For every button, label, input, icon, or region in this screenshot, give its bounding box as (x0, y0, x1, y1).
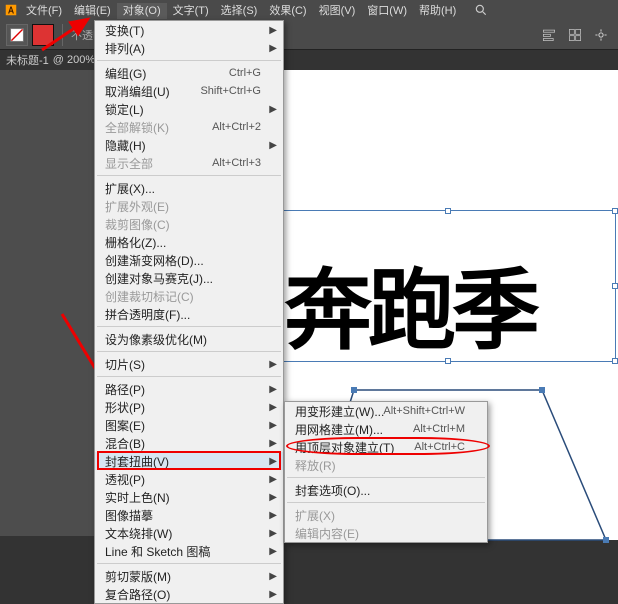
menu-5[interactable]: 效果(C) (263, 3, 312, 19)
menu-3[interactable]: 文字(T) (167, 3, 215, 19)
object-menu-item[interactable]: 编组(G)Ctrl+G (95, 64, 283, 82)
grid-icon[interactable] (564, 24, 586, 46)
fill-swatch[interactable] (32, 24, 54, 46)
toolbar: 不透明度: (0, 20, 618, 50)
envelope-submenu-item[interactable]: 封套选项(O)... (285, 481, 487, 499)
object-menu-item[interactable]: 扩展(X)... (95, 179, 283, 197)
object-menu-item[interactable]: 切片(S)▶ (95, 355, 283, 373)
object-menu-item: 扩展外观(E) (95, 197, 283, 215)
object-menu-item[interactable]: 隐藏(H)▶ (95, 136, 283, 154)
submenu-arrow-icon: ▶ (269, 474, 277, 485)
submenu-arrow-icon: ▶ (269, 456, 277, 467)
object-menu-item[interactable]: 取消编组(U)Shift+Ctrl+G (95, 82, 283, 100)
submenu-arrow-icon: ▶ (269, 528, 277, 539)
menu-0[interactable]: 文件(F) (20, 3, 68, 19)
object-menu-item[interactable]: 混合(B)▶ (95, 434, 283, 452)
submenu-arrow-icon: ▶ (269, 510, 277, 521)
submenu-arrow-icon: ▶ (269, 420, 277, 431)
object-menu-item[interactable]: 创建渐变网格(D)... (95, 251, 283, 269)
submenu-arrow-icon: ▶ (269, 384, 277, 395)
object-menu-item[interactable]: 复合路径(O)▶ (95, 585, 283, 603)
envelope-submenu-item[interactable]: 用网格建立(M)...Alt+Ctrl+M (285, 420, 487, 438)
object-menu-item[interactable]: 排列(A)▶ (95, 39, 283, 57)
object-menu-item: 裁剪图像(C) (95, 215, 283, 233)
object-menu-item[interactable]: 剪切蒙版(M)▶ (95, 567, 283, 585)
document-tab[interactable]: 未标题-1 @ 200% (0, 50, 618, 70)
object-menu-item: 全部解锁(K)Alt+Ctrl+2 (95, 118, 283, 136)
object-menu-item[interactable]: Line 和 Sketch 图稿▶ (95, 542, 283, 560)
menu-7[interactable]: 窗口(W) (361, 3, 413, 19)
menu-4[interactable]: 选择(S) (215, 3, 264, 19)
submenu-arrow-icon: ▶ (269, 104, 277, 115)
selection-box (280, 210, 616, 362)
object-menu-item[interactable]: 图像描摹▶ (95, 506, 283, 524)
object-menu-item[interactable]: 形状(P)▶ (95, 398, 283, 416)
object-menu-item[interactable]: 实时上色(N)▶ (95, 488, 283, 506)
align-icon[interactable] (538, 24, 560, 46)
object-menu-item[interactable]: 文本绕排(W)▶ (95, 524, 283, 542)
object-menu-dropdown: 变换(T)▶排列(A)▶ 编组(G)Ctrl+G取消编组(U)Shift+Ctrl… (94, 20, 284, 604)
submenu-arrow-icon: ▶ (269, 571, 277, 582)
submenu-arrow-icon: ▶ (269, 402, 277, 413)
menubar: 文件(F)编辑(E)对象(O)文字(T)选择(S)效果(C)视图(V)窗口(W)… (0, 0, 618, 20)
menu-2[interactable]: 对象(O) (117, 3, 167, 19)
envelope-distort-submenu: 用变形建立(W)...Alt+Shift+Ctrl+W用网格建立(M)...Al… (284, 401, 488, 543)
submenu-arrow-icon: ▶ (269, 492, 277, 503)
menu-1[interactable]: 编辑(E) (68, 3, 117, 19)
prefs-icon[interactable] (590, 24, 612, 46)
submenu-arrow-icon: ▶ (269, 438, 277, 449)
stroke-none-icon[interactable] (6, 24, 28, 46)
submenu-arrow-icon: ▶ (269, 359, 277, 370)
search-icon[interactable] (470, 0, 492, 21)
submenu-arrow-icon: ▶ (269, 140, 277, 151)
object-menu-item[interactable]: 变换(T)▶ (95, 21, 283, 39)
object-menu-item[interactable]: 透视(P)▶ (95, 470, 283, 488)
object-menu-item: 创建裁切标记(C) (95, 287, 283, 305)
app-logo-icon (2, 1, 20, 19)
submenu-arrow-icon: ▶ (269, 546, 277, 557)
object-menu-item[interactable]: 锁定(L)▶ (95, 100, 283, 118)
doc-zoom: @ 200% (53, 54, 95, 66)
object-menu-item[interactable]: 栅格化(Z)... (95, 233, 283, 251)
submenu-arrow-icon: ▶ (269, 43, 277, 54)
envelope-submenu-item: 扩展(X) (285, 506, 487, 524)
menu-6[interactable]: 视图(V) (313, 3, 362, 19)
object-menu-item[interactable]: 封套扭曲(V)▶ (95, 452, 283, 470)
object-menu-item[interactable]: 拼合透明度(F)... (95, 305, 283, 323)
submenu-arrow-icon: ▶ (269, 25, 277, 36)
menu-8[interactable]: 帮助(H) (413, 3, 462, 19)
envelope-submenu-item: 释放(R) (285, 456, 487, 474)
submenu-arrow-icon: ▶ (269, 589, 277, 600)
object-menu-item: 显示全部Alt+Ctrl+3 (95, 154, 283, 172)
object-menu-item[interactable]: 设为像素级优化(M) (95, 330, 283, 348)
envelope-submenu-item[interactable]: 用变形建立(W)...Alt+Shift+Ctrl+W (285, 402, 487, 420)
doc-name: 未标题-1 (6, 52, 49, 68)
object-menu-item[interactable]: 路径(P)▶ (95, 380, 283, 398)
envelope-submenu-item[interactable]: 用顶层对象建立(T)Alt+Ctrl+C (285, 438, 487, 456)
object-menu-item[interactable]: 图案(E)▶ (95, 416, 283, 434)
object-menu-item[interactable]: 创建对象马赛克(J)... (95, 269, 283, 287)
envelope-submenu-item: 编辑内容(E) (285, 524, 487, 542)
